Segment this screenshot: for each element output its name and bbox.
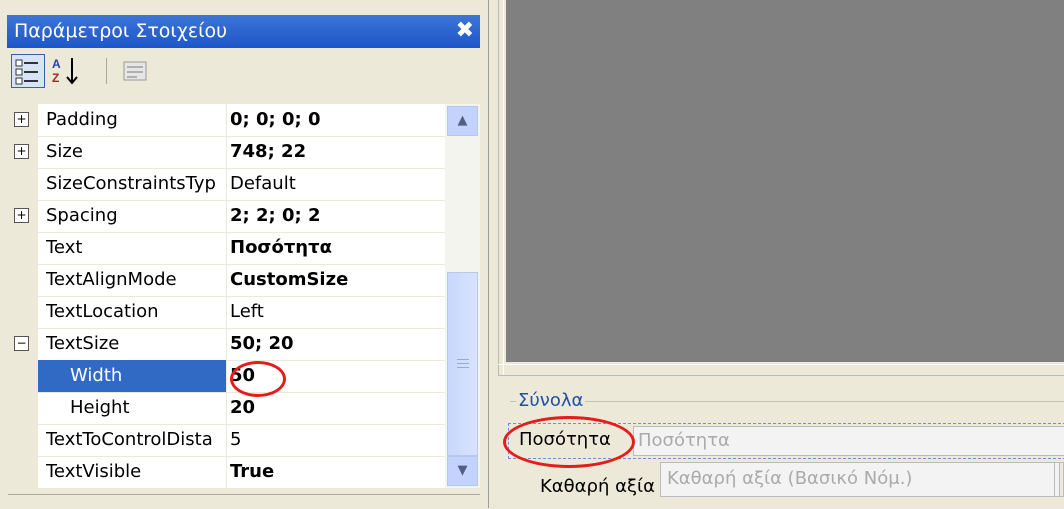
property-name: Width bbox=[70, 365, 123, 386]
property-value[interactable]: CustomSize bbox=[230, 269, 348, 290]
property-pages-icon[interactable] bbox=[118, 54, 152, 88]
property-name: TextToControlDista bbox=[46, 429, 213, 450]
property-row-textsize[interactable]: − TextSize 50; 20 bbox=[8, 328, 445, 361]
property-grid-scrollbar[interactable]: ▲ ▼ bbox=[445, 104, 480, 488]
toolbar-separator bbox=[106, 58, 107, 84]
property-name: Size bbox=[46, 141, 83, 162]
group-title: Σύνολα bbox=[516, 390, 586, 411]
scroll-down-icon[interactable]: ▼ bbox=[447, 456, 478, 486]
net-value-label: Καθαρή αξία bbox=[540, 476, 655, 497]
expand-icon[interactable]: + bbox=[14, 144, 29, 159]
property-name: TextVisible bbox=[46, 461, 142, 482]
quantity-label: Ποσότητα bbox=[519, 429, 611, 450]
property-value[interactable]: 748; 22 bbox=[230, 141, 306, 162]
property-name: TextLocation bbox=[46, 301, 159, 322]
property-name: Text bbox=[46, 237, 83, 258]
property-row-textvisible[interactable]: TextVisible True bbox=[8, 456, 445, 489]
scroll-up-icon[interactable]: ▲ bbox=[447, 106, 478, 136]
property-value[interactable]: 20 bbox=[230, 397, 255, 418]
property-value[interactable]: 50 bbox=[230, 365, 255, 386]
property-value[interactable]: 2; 2; 0; 2 bbox=[230, 205, 321, 226]
property-value[interactable]: 0; 0; 0; 0 bbox=[230, 109, 321, 130]
property-row-width[interactable]: Width 50 bbox=[8, 360, 445, 393]
panel-title: Παράμετροι Στοιχείου bbox=[14, 20, 228, 42]
property-row-spacing[interactable]: + Spacing 2; 2; 0; 2 bbox=[8, 200, 445, 233]
expand-icon[interactable]: + bbox=[14, 208, 29, 223]
property-row-padding[interactable]: + Padding 0; 0; 0; 0 bbox=[8, 104, 445, 137]
designer-surface[interactable] bbox=[506, 0, 1064, 362]
property-row-height[interactable]: Height 20 bbox=[8, 392, 445, 425]
properties-panel: Παράμετροι Στοιχείου ✖ A Z + Padding 0; … bbox=[0, 0, 489, 508]
property-row-texttocontroldistance[interactable]: TextToControlDista 5 bbox=[8, 424, 445, 457]
property-name: Padding bbox=[46, 109, 118, 130]
property-name: TextAlignMode bbox=[46, 269, 177, 290]
designer-canvas: Σύνολα Ποσότητα Ποσότητα Καθαρή αξία Καθ… bbox=[494, 0, 1064, 508]
close-icon[interactable]: ✖ bbox=[456, 18, 474, 43]
expand-icon[interactable]: + bbox=[14, 112, 29, 127]
quantity-input[interactable]: Ποσότητα bbox=[633, 426, 1064, 456]
alphabetical-sort-icon[interactable]: A Z bbox=[48, 54, 82, 88]
property-name: Spacing bbox=[46, 205, 118, 226]
property-row-textalignmode[interactable]: TextAlignMode CustomSize bbox=[8, 264, 445, 297]
net-value-input[interactable]: Καθαρή αξία (Βασικό Νόμ.) bbox=[660, 462, 1060, 497]
svg-text:Z: Z bbox=[52, 71, 59, 85]
quantity-field-row[interactable]: Ποσότητα Ποσότητα bbox=[508, 423, 1064, 459]
svg-text:A: A bbox=[52, 57, 61, 71]
property-row-text[interactable]: Text Ποσότητα bbox=[8, 232, 445, 265]
collapse-icon[interactable]: − bbox=[14, 336, 29, 351]
property-row-size[interactable]: + Size 748; 22 bbox=[8, 136, 445, 169]
property-name: SizeConstraintsTyp bbox=[46, 173, 216, 194]
panel-toolbar: A Z bbox=[8, 50, 479, 94]
property-name: Height bbox=[70, 397, 130, 418]
property-row-sizeconstraintstype[interactable]: SizeConstraintsTyp Default bbox=[8, 168, 445, 201]
property-row-textlocation[interactable]: TextLocation Left bbox=[8, 296, 445, 329]
property-grid: + Padding 0; 0; 0; 0 + Size 748; 22 Size… bbox=[8, 104, 445, 489]
property-value[interactable]: Ποσότητα bbox=[230, 237, 332, 258]
property-value[interactable]: True bbox=[230, 461, 274, 482]
description-pane bbox=[8, 494, 480, 509]
categorized-icon[interactable] bbox=[11, 54, 45, 88]
property-value[interactable]: Left bbox=[230, 301, 264, 322]
net-value-input-extra[interactable] bbox=[1054, 462, 1064, 497]
scrollbar-thumb[interactable] bbox=[447, 272, 478, 456]
panel-titlebar: Παράμετροι Στοιχείου ✖ bbox=[7, 15, 480, 48]
property-value[interactable]: 50; 20 bbox=[230, 333, 294, 354]
property-value[interactable]: 5 bbox=[230, 429, 241, 450]
property-value[interactable]: Default bbox=[230, 173, 296, 194]
property-name: TextSize bbox=[46, 333, 120, 354]
